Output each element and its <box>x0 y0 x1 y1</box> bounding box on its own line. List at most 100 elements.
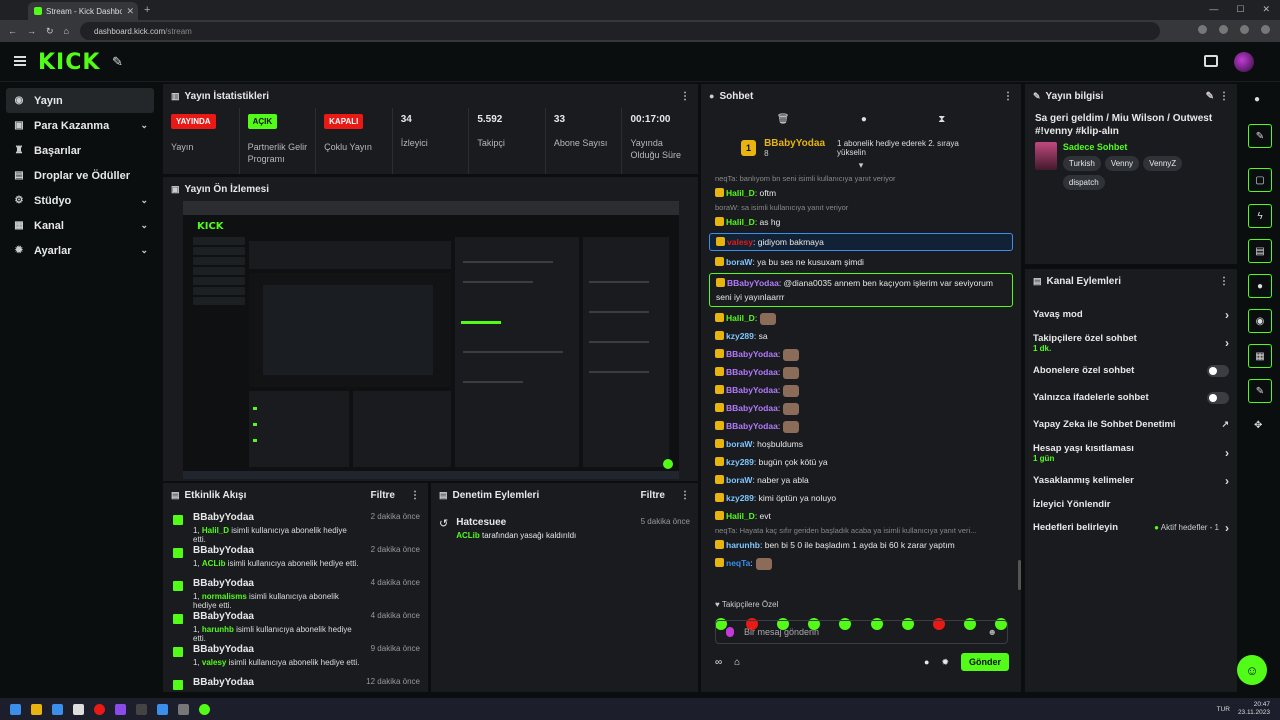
chevron-right-icon[interactable]: › <box>1225 474 1229 488</box>
trash-icon[interactable]: 🗑 <box>777 114 790 125</box>
creator-mode-icon[interactable] <box>1204 55 1218 67</box>
app-icon[interactable] <box>115 703 126 715</box>
tag-chip[interactable]: Turkish <box>1062 156 1101 171</box>
extension-icon[interactable] <box>1219 25 1228 34</box>
chevron-down-icon[interactable]: ⌄ <box>140 220 148 231</box>
menu-icon[interactable] <box>14 56 26 66</box>
app-icon[interactable] <box>52 703 63 715</box>
close-tab-icon[interactable]: ✕ <box>126 6 134 17</box>
more-options-icon[interactable]: ⋮ <box>1219 276 1229 287</box>
sidebar-item-studyo[interactable]: ⚙ Stüdyo ⌄ <box>6 188 154 213</box>
external-link-icon[interactable]: ↗ <box>1221 419 1229 430</box>
sidebar-item-ayarlar[interactable]: ✹ Ayarlar ⌄ <box>6 238 154 263</box>
activity-target[interactable]: harunhb <box>202 625 234 634</box>
support-button[interactable]: ☺ <box>1237 655 1267 685</box>
chevron-down-icon[interactable]: ⌄ <box>140 245 148 256</box>
action-account-age[interactable]: Hesap yaşı kısıtlaması 1 gün › <box>1025 438 1237 467</box>
moderation-actor[interactable]: ACLib <box>456 531 480 540</box>
subscribers-only-toggle[interactable] <box>1207 364 1229 377</box>
close-window-icon[interactable]: ✕ <box>1262 4 1270 15</box>
chevron-right-icon[interactable]: › <box>1225 336 1229 350</box>
sidebar-item-kanal[interactable]: ▦ Kanal ⌄ <box>6 213 154 238</box>
app-icon[interactable] <box>73 703 84 715</box>
activity-user[interactable]: BBabyYodaa <box>193 512 361 523</box>
activity-user[interactable]: BBabyYodaa <box>193 578 361 589</box>
broadcast-icon[interactable]: ◉ <box>1248 309 1272 333</box>
gear-icon[interactable]: ✹ <box>941 657 949 668</box>
chat-username[interactable]: BBabyYodaa <box>726 421 778 431</box>
chat-input[interactable]: Bir mesaj gönderin ☻ <box>715 620 1008 644</box>
action-ai-moderation[interactable]: Yapay Zeka ile Sohbet Denetimi ↗ <box>1025 411 1237 438</box>
chat-username[interactable]: harunhb <box>726 540 760 550</box>
app-icon[interactable] <box>178 703 189 715</box>
chat-username[interactable]: boraW <box>726 475 752 485</box>
tag-chip[interactable]: Venny <box>1104 156 1140 171</box>
chat-username[interactable]: BBabyYodaa <box>727 278 779 288</box>
emote-icon[interactable] <box>760 312 777 325</box>
back-icon[interactable]: ← <box>8 26 17 36</box>
action-raid[interactable]: İzleyici Yönlendir <box>1025 494 1237 514</box>
clock[interactable]: 20:47 23.11.2023 <box>1238 701 1270 717</box>
store-icon[interactable]: ⌂ <box>734 657 740 668</box>
pinned-user[interactable]: BBabyYodaa <box>764 138 825 149</box>
activity-target[interactable]: Halil_D <box>202 526 229 535</box>
scan-icon[interactable]: ▢ <box>1248 168 1272 192</box>
activity-user[interactable]: BBabyYodaa <box>193 545 361 556</box>
chat-username[interactable]: kzy289 <box>726 331 754 341</box>
moderation-target[interactable]: Hatcesuee <box>456 517 632 528</box>
tag-chip[interactable]: VennyZ <box>1143 156 1183 171</box>
tag-chip[interactable]: dispatch <box>1062 175 1105 190</box>
chevron-right-icon[interactable]: › <box>1225 521 1229 535</box>
profile-icon[interactable] <box>1261 25 1270 34</box>
chat-username[interactable]: kzy289 <box>726 457 754 467</box>
chat-username[interactable]: Halil_D <box>726 511 755 521</box>
chat-icon[interactable]: ● <box>1248 274 1272 298</box>
action-subscribers-only[interactable]: Abonelere özel sohbet <box>1025 357 1237 384</box>
sidebar-item-para-kazanma[interactable]: ▣ Para Kazanma ⌄ <box>6 113 154 138</box>
emote-icon[interactable] <box>783 402 800 415</box>
chat-username[interactable]: Halil_D <box>726 217 755 227</box>
chat-bubble-icon[interactable]: ● <box>861 114 867 125</box>
chrome-icon[interactable] <box>94 703 105 715</box>
emote-icon[interactable] <box>783 348 800 361</box>
more-options-icon[interactable]: ⋮ <box>1219 91 1229 102</box>
chevron-right-icon[interactable]: › <box>1225 446 1229 460</box>
app-icon[interactable] <box>136 703 147 715</box>
home-icon[interactable]: ⌂ <box>64 26 69 36</box>
bolt-icon[interactable]: ϟ <box>1248 204 1272 228</box>
chat-username[interactable]: Halil_D <box>726 313 755 323</box>
maximize-icon[interactable]: ☐ <box>1236 4 1244 15</box>
clipboard-icon[interactable]: ▤ <box>1248 239 1272 263</box>
action-followers-only[interactable]: Takipçilere özel sohbet 1 dk. › <box>1025 328 1237 357</box>
chevron-right-icon[interactable]: › <box>1225 308 1229 322</box>
microphone-icon[interactable] <box>726 627 734 637</box>
new-tab-icon[interactable]: + <box>144 4 150 16</box>
avatar[interactable] <box>1234 52 1254 72</box>
layout-icon[interactable]: ▦ <box>1248 344 1272 368</box>
activity-target[interactable]: normalisms <box>202 592 247 601</box>
chat-username[interactable]: kzy289 <box>726 493 754 503</box>
emoji-icon[interactable]: ☻ <box>988 627 997 637</box>
emotes-only-toggle[interactable] <box>1207 391 1229 404</box>
info-icon[interactable]: ● <box>1254 94 1260 105</box>
extension-icon[interactable] <box>1240 25 1249 34</box>
sidebar-item-droplar[interactable]: ▤ Droplar ve Ödüller <box>6 163 154 188</box>
chevron-down-icon[interactable]: ⌄ <box>140 120 148 131</box>
stream-category[interactable]: Sadece Sohbet <box>1063 142 1227 152</box>
more-options-icon[interactable]: ⋮ <box>410 490 420 501</box>
reload-icon[interactable]: ↻ <box>46 26 54 37</box>
wrench-icon[interactable]: ✎ <box>112 54 123 70</box>
activity-user[interactable]: BBabyYodaa <box>193 611 361 622</box>
category-thumbnail[interactable] <box>1035 142 1057 170</box>
address-bar[interactable]: dashboard.kick.com/stream <box>80 22 1160 40</box>
activity-target[interactable]: ACLib <box>202 559 226 568</box>
action-slow-mode[interactable]: Yavaş mod › <box>1025 301 1237 328</box>
hourglass-icon[interactable]: ⧗ <box>938 114 945 125</box>
extension-icon[interactable] <box>1198 25 1207 34</box>
forward-icon[interactable]: → <box>27 26 36 36</box>
community-icon[interactable]: ✥ <box>1254 420 1262 431</box>
action-emotes-only[interactable]: Yalnızca ifadelerle sohbet <box>1025 384 1237 411</box>
kick-logo[interactable]: KICK <box>38 50 100 75</box>
minimize-icon[interactable]: — <box>1209 4 1218 15</box>
browser-tab[interactable]: Stream - Kick Dashboard ✕ <box>28 2 138 20</box>
